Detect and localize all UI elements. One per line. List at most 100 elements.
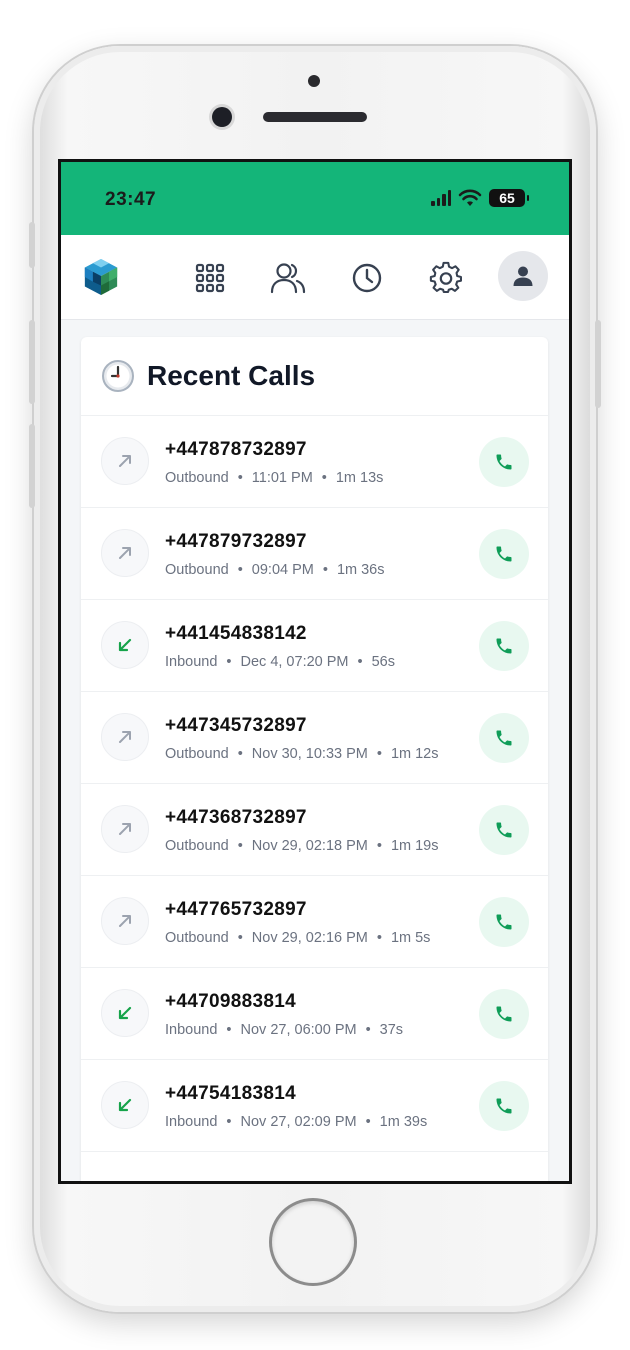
call-row[interactable]: +447345732897 Outbound • Nov 30, 10:33 PM • 1…: [81, 692, 548, 784]
nav-recent[interactable]: [348, 259, 386, 297]
recent-calls-header: Recent Calls: [81, 337, 548, 416]
call-back-button[interactable]: [479, 529, 529, 579]
outbound-arrow-icon: [101, 529, 149, 577]
call-direction: Outbound: [165, 470, 229, 486]
call-direction: Outbound: [165, 746, 229, 762]
call-time: Nov 29, 02:18 PM: [251, 838, 368, 854]
call-meta: Outbound • 09:04 PM • 1m 36s: [165, 562, 385, 578]
call-back-button[interactable]: [479, 437, 529, 487]
phone-icon: [496, 1098, 512, 1114]
call-back-button[interactable]: [479, 621, 529, 671]
outbound-arrow-icon: [101, 805, 149, 853]
phone-icon: [496, 454, 512, 470]
separator-dot: •: [226, 1114, 232, 1130]
call-time: 09:04 PM: [251, 562, 314, 578]
nav-dialpad[interactable]: [191, 259, 229, 297]
separator-dot: •: [365, 1114, 371, 1130]
call-row[interactable]: +44709883814 Inbound • Nov 27, 06:00 PM • 37s: [81, 968, 548, 1060]
call-row[interactable]: +44754183814 Inbound • Nov 27, 02:09 PM • 1m …: [81, 1060, 548, 1152]
contacts-icon: [270, 263, 306, 294]
inbound-arrow-icon: [101, 1081, 149, 1129]
call-time: Nov 29, 02:16 PM: [251, 930, 368, 946]
home-button[interactable]: [272, 1201, 354, 1283]
call-row[interactable]: +447878732897 Outbound • 11:01 PM • 1m 13s: [81, 416, 548, 508]
call-duration: 1m 13s: [335, 470, 384, 486]
call-number: +447878732897: [165, 439, 307, 460]
call-meta: Inbound • Nov 27, 06:00 PM • 37s: [165, 1022, 403, 1038]
call-number: +447879732897: [165, 531, 307, 552]
cube-logo[interactable]: [82, 257, 120, 297]
phone-icon: [496, 822, 512, 838]
recent-clock-icon: [352, 263, 382, 293]
call-back-button[interactable]: [479, 1081, 529, 1131]
call-meta: Inbound • Nov 27, 02:09 PM • 1m 39s: [165, 1114, 427, 1130]
call-direction: Inbound: [165, 1114, 218, 1130]
call-number: +447765732897: [165, 899, 307, 920]
call-number: +44754183814: [165, 1083, 296, 1104]
separator-dot: •: [226, 654, 232, 670]
nav-contacts[interactable]: [269, 259, 307, 297]
separator-dot: •: [322, 562, 328, 578]
call-duration: 1m 19s: [390, 838, 439, 854]
outbound-arrow-icon: [101, 713, 149, 761]
call-row[interactable]: +447879732897 Outbound • 09:04 PM • 1m 36s: [81, 508, 548, 600]
call-time: Nov 27, 06:00 PM: [240, 1022, 357, 1038]
call-duration: 1m 39s: [379, 1114, 428, 1130]
call-list: +447878732897 Outbound • 11:01 PM • 1m 13s +44…: [81, 416, 548, 1181]
user-avatar-button[interactable]: [498, 251, 548, 301]
call-number: +44709883814: [165, 991, 296, 1012]
call-direction: Outbound: [165, 838, 229, 854]
separator-dot: •: [237, 470, 243, 486]
call-back-button[interactable]: [479, 989, 529, 1039]
call-back-button[interactable]: [479, 897, 529, 947]
phone-icon: [496, 638, 512, 654]
phone-screen: 23:47 65 Recent Calls +447878732897 Outb…: [58, 159, 572, 1184]
status-time: 23:47: [105, 189, 157, 210]
call-time: 11:01 PM: [251, 470, 313, 486]
mute-switch: [29, 222, 35, 268]
dialpad-icon: [195, 263, 225, 293]
call-direction: Outbound: [165, 930, 229, 946]
call-row[interactable]: +441454838142 Inbound • Dec 4, 07:20 PM • 56s: [81, 600, 548, 692]
separator-dot: •: [237, 746, 243, 762]
separator-dot: •: [357, 654, 363, 670]
app-header: [61, 235, 569, 320]
separator-dot: •: [226, 1022, 232, 1038]
call-duration: 37s: [379, 1022, 404, 1038]
call-row[interactable]: +447765732897 Outbound • Nov 29, 02:16 PM • 1…: [81, 876, 548, 968]
separator-dot: •: [376, 930, 382, 946]
separator-dot: •: [376, 838, 382, 854]
clock-emoji-icon: [102, 360, 134, 392]
call-meta: Outbound • Nov 30, 10:33 PM • 1m 12s: [165, 746, 439, 762]
recent-calls-card: Recent Calls +447878732897 Outbound • 11:01…: [81, 337, 548, 1181]
call-duration: 1m 12s: [390, 746, 439, 762]
wifi-icon: [458, 189, 482, 206]
battery-indicator: 65: [489, 189, 529, 207]
front-camera: [212, 107, 232, 127]
separator-dot: •: [376, 746, 382, 762]
call-back-button[interactable]: [479, 805, 529, 855]
call-direction: Outbound: [165, 562, 229, 578]
card-title: Recent Calls: [147, 360, 316, 391]
call-row[interactable]: +447368732897 Outbound • Nov 29, 02:18 PM • 1…: [81, 784, 548, 876]
call-time: Nov 30, 10:33 PM: [251, 746, 368, 762]
separator-dot: •: [365, 1022, 371, 1038]
call-row-partial[interactable]: [81, 1152, 548, 1181]
separator-dot: •: [237, 930, 243, 946]
phone-icon: [496, 730, 512, 746]
call-number: +441454838142: [165, 623, 307, 644]
phone-icon: [496, 1006, 512, 1022]
nav-settings[interactable]: [427, 259, 465, 297]
call-duration: 1m 36s: [336, 562, 385, 578]
proximity-sensor: [308, 75, 320, 87]
call-number: +447368732897: [165, 807, 307, 828]
call-back-button[interactable]: [479, 713, 529, 763]
power-button: [595, 320, 601, 408]
phone-icon: [496, 546, 512, 562]
call-direction: Inbound: [165, 654, 218, 670]
status-bar: 23:47 65: [61, 162, 569, 235]
call-meta: Inbound • Dec 4, 07:20 PM • 56s: [165, 654, 395, 670]
call-direction: Inbound: [165, 1022, 218, 1038]
call-time: Dec 4, 07:20 PM: [240, 654, 349, 670]
inbound-arrow-icon: [101, 989, 149, 1037]
